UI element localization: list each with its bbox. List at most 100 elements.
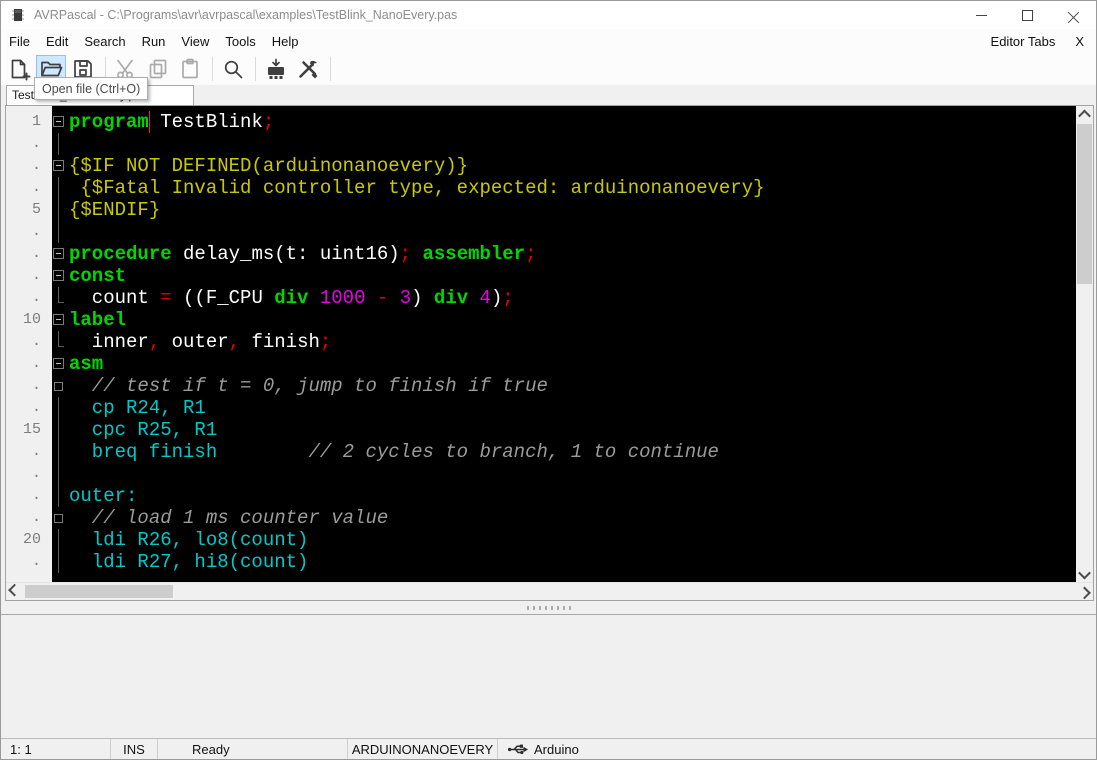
code-text[interactable]: {$IF NOT DEFINED(arduinonanoevery)} bbox=[69, 155, 1076, 177]
code-text[interactable]: ldi R26, lo8(count) bbox=[69, 529, 1076, 551]
code-text[interactable] bbox=[69, 133, 1076, 155]
app-chip-icon bbox=[10, 7, 26, 23]
chevron-left-icon bbox=[8, 584, 21, 597]
code-text[interactable]: ldi R27, hi8(count) bbox=[69, 551, 1076, 573]
editor-tabs-label[interactable]: Editor Tabs bbox=[991, 34, 1056, 49]
scroll-right-arrow[interactable] bbox=[1076, 583, 1093, 600]
status-insert-mode: INS bbox=[111, 739, 158, 759]
menu-item-help[interactable]: Help bbox=[264, 31, 307, 52]
horizontal-scroll-thumb[interactable] bbox=[25, 585, 173, 598]
fold-marker[interactable] bbox=[52, 111, 69, 133]
code-text[interactable] bbox=[69, 463, 1076, 485]
maximize-icon bbox=[1022, 10, 1033, 21]
close-button[interactable] bbox=[1050, 1, 1096, 29]
code-line: . breq finish // 2 cycles to branch, 1 t… bbox=[6, 441, 1076, 463]
line-number: . bbox=[6, 507, 52, 529]
fold-marker[interactable] bbox=[52, 243, 69, 265]
tools-button[interactable] bbox=[293, 55, 323, 83]
paste-clipboard-icon bbox=[178, 57, 202, 81]
code-text[interactable]: const bbox=[69, 265, 1076, 287]
code-text[interactable]: program TestBlink; bbox=[69, 111, 1076, 133]
status-bar: 1: 1 INS Ready ARDUINONANOEVERY Arduino bbox=[1, 738, 1096, 759]
horizontal-scrollbar[interactable] bbox=[6, 582, 1093, 600]
toolbar bbox=[1, 53, 1096, 85]
menu-item-file[interactable]: File bbox=[1, 31, 38, 52]
fold-marker[interactable] bbox=[52, 353, 69, 375]
line-number: . bbox=[6, 331, 52, 353]
usb-icon bbox=[507, 742, 529, 757]
fold-marker bbox=[52, 177, 69, 199]
code-text[interactable]: // load 1 ms counter value bbox=[69, 507, 1076, 529]
toolbar-separator bbox=[330, 57, 331, 81]
line-number: . bbox=[6, 397, 52, 419]
line-number: . bbox=[6, 243, 52, 265]
fold-marker bbox=[52, 529, 69, 551]
scroll-up-arrow[interactable] bbox=[1076, 106, 1093, 123]
fold-marker[interactable] bbox=[52, 265, 69, 287]
menu-item-edit[interactable]: Edit bbox=[38, 31, 76, 52]
code-line: . {$Fatal Invalid controller type, expec… bbox=[6, 177, 1076, 199]
code-line: 1 program TestBlink; bbox=[6, 111, 1076, 133]
code-text[interactable]: outer: bbox=[69, 485, 1076, 507]
code-line: 15 cpc R25, R1 bbox=[6, 419, 1076, 441]
fold-marker[interactable] bbox=[52, 375, 69, 397]
close-icon bbox=[1068, 10, 1079, 21]
code-text[interactable]: {$ENDIF} bbox=[69, 199, 1076, 221]
code-text[interactable] bbox=[69, 221, 1076, 243]
search-icon bbox=[221, 57, 245, 81]
line-number: . bbox=[6, 177, 52, 199]
tools-wrench-screwdriver-icon bbox=[296, 57, 320, 81]
vertical-scroll-thumb[interactable] bbox=[1077, 124, 1092, 284]
program-device-button[interactable] bbox=[261, 55, 291, 83]
code-text[interactable]: asm bbox=[69, 353, 1076, 375]
maximize-button[interactable] bbox=[1004, 1, 1050, 29]
search-button[interactable] bbox=[218, 55, 248, 83]
code-line: . cp R24, R1 bbox=[6, 397, 1076, 419]
code-text[interactable]: cp R24, R1 bbox=[69, 397, 1076, 419]
menu-item-run[interactable]: Run bbox=[134, 31, 174, 52]
fold-marker bbox=[52, 463, 69, 485]
code-text[interactable]: count = ((F_CPU div 1000 - 3) div 4); bbox=[69, 287, 1076, 309]
code-text[interactable]: // test if t = 0, jump to finish if true bbox=[69, 375, 1076, 397]
line-number: . bbox=[6, 353, 52, 375]
scroll-down-arrow[interactable] bbox=[1076, 566, 1093, 583]
menu-item-tools[interactable]: Tools bbox=[217, 31, 263, 52]
code-line: . ldi R27, hi8(count) bbox=[6, 551, 1076, 573]
line-number: 1 bbox=[6, 111, 52, 133]
code-line: . count = ((F_CPU div 1000 - 3) div 4); bbox=[6, 287, 1076, 309]
editor-tabs-close-x[interactable]: X bbox=[1075, 34, 1084, 49]
fold-marker bbox=[52, 199, 69, 221]
code-text[interactable]: procedure delay_ms(t: uint16); assembler… bbox=[69, 243, 1076, 265]
messages-panel: USB device has been connected Device: Ar… bbox=[1, 614, 1096, 739]
fold-marker bbox=[52, 221, 69, 243]
code-line: . bbox=[6, 221, 1076, 243]
line-number: 20 bbox=[6, 529, 52, 551]
new-file-button[interactable] bbox=[4, 55, 34, 83]
line-number: . bbox=[6, 221, 52, 243]
fold-marker[interactable] bbox=[52, 309, 69, 331]
vertical-scrollbar[interactable] bbox=[1076, 106, 1093, 583]
scroll-left-arrow[interactable] bbox=[6, 583, 23, 600]
line-number: 5 bbox=[6, 199, 52, 221]
code-line: . bbox=[6, 133, 1076, 155]
paste-button[interactable] bbox=[175, 55, 205, 83]
fold-marker[interactable] bbox=[52, 507, 69, 529]
code-text[interactable]: {$Fatal Invalid controller type, expecte… bbox=[69, 177, 1076, 199]
fold-marker bbox=[52, 551, 69, 573]
toolbar-separator bbox=[212, 57, 213, 81]
menu-item-view[interactable]: View bbox=[173, 31, 217, 52]
new-file-icon bbox=[7, 57, 31, 81]
code-editor[interactable]: 1 program TestBlink;.. {$IF NOT DEFINED(ar… bbox=[5, 105, 1094, 601]
panel-splitter[interactable] bbox=[1, 601, 1096, 614]
line-number: . bbox=[6, 133, 52, 155]
fold-marker[interactable] bbox=[52, 155, 69, 177]
code-line: . asm bbox=[6, 353, 1076, 375]
code-text[interactable]: label bbox=[69, 309, 1076, 331]
minimize-button[interactable] bbox=[958, 1, 1004, 29]
code-text[interactable]: breq finish // 2 cycles to branch, 1 to … bbox=[69, 441, 1076, 463]
menu-item-search[interactable]: Search bbox=[76, 31, 133, 52]
title-bar: AVRPascal - C:\Programs\avr\avrpascal\ex… bbox=[1, 1, 1096, 29]
code-text[interactable]: cpc R25, R1 bbox=[69, 419, 1076, 441]
code-text[interactable]: inner, outer, finish; bbox=[69, 331, 1076, 353]
status-connection-label: Arduino bbox=[534, 742, 579, 757]
